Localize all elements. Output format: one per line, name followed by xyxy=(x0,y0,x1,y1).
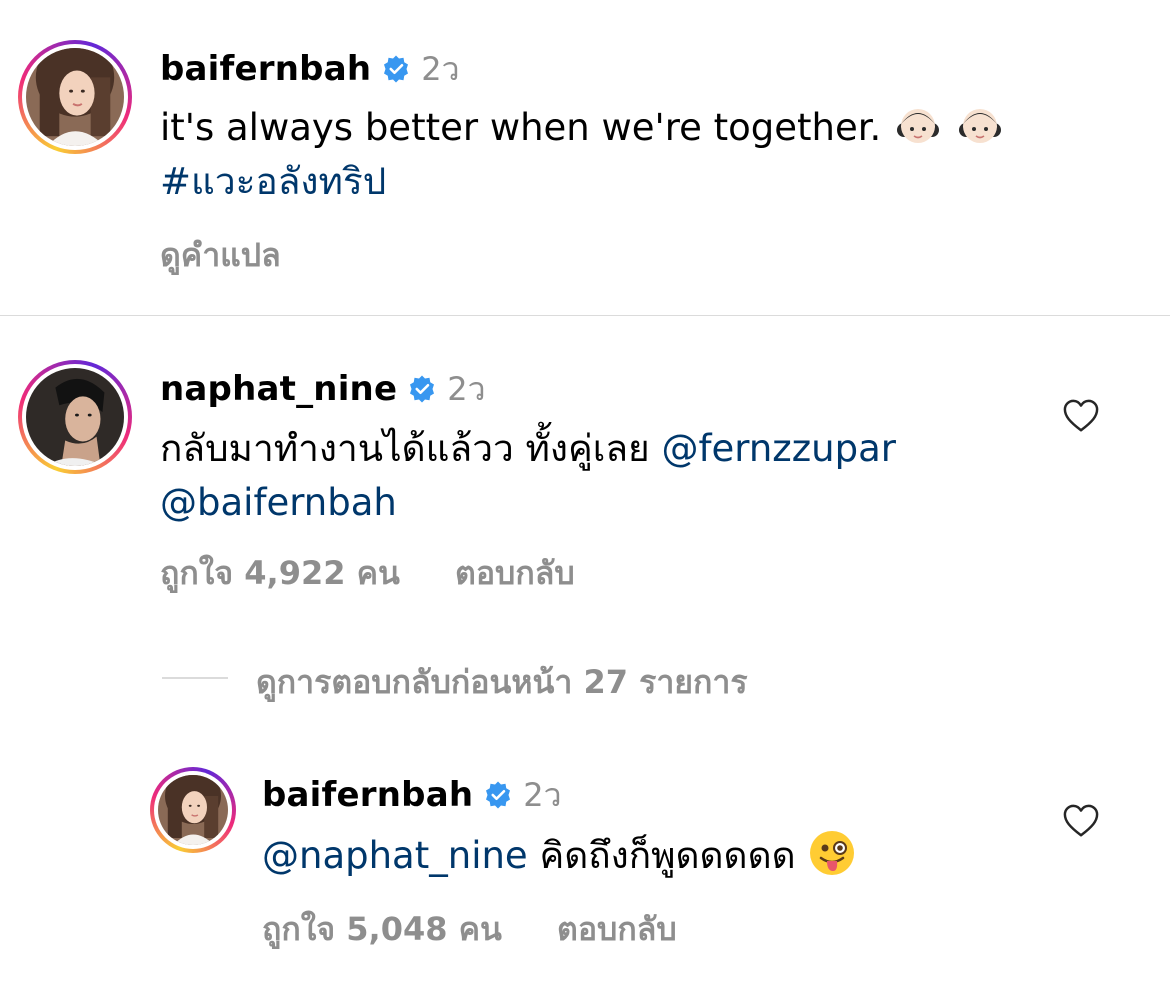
reply1-meta: ถูกใจ 5,048 คน ตอบกลับ xyxy=(262,904,677,955)
reply1-reply-button[interactable]: ตอบกลับ xyxy=(557,910,677,948)
comment1-mention-fernzzupar[interactable]: @fernzzupar xyxy=(661,427,895,470)
caption-text-block: it's always better when we're together. … xyxy=(160,100,1120,209)
verified-badge-icon xyxy=(410,375,435,403)
verified-badge-icon xyxy=(486,781,511,809)
view-replies-line xyxy=(162,677,228,679)
comment1-header: naphat_nine 2ว xyxy=(160,364,486,415)
girl-emoji xyxy=(897,109,940,143)
caption-username[interactable]: baifernbah xyxy=(160,49,371,89)
reply1-username[interactable]: baifernbah xyxy=(262,775,473,815)
comment1-likes-count[interactable]: ถูกใจ 4,922 คน xyxy=(160,554,400,592)
comment1-text: กลับมาทำงานได้แล้วว ทั้งคู่เลย xyxy=(160,427,650,470)
comment1-like-heart-icon[interactable] xyxy=(1062,398,1100,434)
winking-tongue-emoji xyxy=(810,831,855,875)
profile-photo-man xyxy=(26,368,124,466)
profile-photo-woman xyxy=(158,775,228,845)
reply1-header: baifernbah 2ว xyxy=(262,770,562,821)
caption-hashtag-link[interactable]: #แวะอลังทริป xyxy=(160,160,386,203)
comment1-reply-button[interactable]: ตอบกลับ xyxy=(455,554,575,592)
girl-emoji xyxy=(958,109,1001,143)
caption-text: it's always better when we're together. xyxy=(160,106,882,149)
see-translation-link[interactable]: ดูคำแปล xyxy=(160,230,281,281)
caption-header: baifernbah 2ว xyxy=(160,44,460,95)
avatar-reply-author[interactable] xyxy=(150,767,236,853)
reply1-likes-count[interactable]: ถูกใจ 5,048 คน xyxy=(262,910,502,948)
reply1-text-block: @naphat_nine คิดถึงก็พูดดดดด xyxy=(262,828,1042,883)
profile-photo-woman xyxy=(26,48,124,146)
reply1-time: 2ว xyxy=(523,776,562,814)
view-previous-replies-button[interactable]: ดูการตอบกลับก่อนหน้า 27 รายการ xyxy=(256,657,748,708)
avatar-caption-author[interactable] xyxy=(18,40,132,154)
comment1-time: 2ว xyxy=(447,370,486,408)
verified-badge-icon xyxy=(384,55,409,83)
reply1-like-heart-icon[interactable] xyxy=(1062,803,1100,839)
comment1-text-block: กลับมาทำงานได้แล้วว ทั้งคู่เลย @fernzzup… xyxy=(160,422,1040,530)
caption-divider xyxy=(0,315,1170,316)
avatar-comment-author[interactable] xyxy=(18,360,132,474)
comment1-username[interactable]: naphat_nine xyxy=(160,369,397,409)
reply1-text: คิดถึงก็พูดดดดด xyxy=(539,834,796,877)
comment1-mention-baifernbah[interactable]: @baifernbah xyxy=(160,481,397,524)
comment1-meta: ถูกใจ 4,922 คน ตอบกลับ xyxy=(160,548,575,599)
caption-time: 2ว xyxy=(421,50,460,88)
reply1-mention-naphat-nine[interactable]: @naphat_nine xyxy=(262,834,528,877)
